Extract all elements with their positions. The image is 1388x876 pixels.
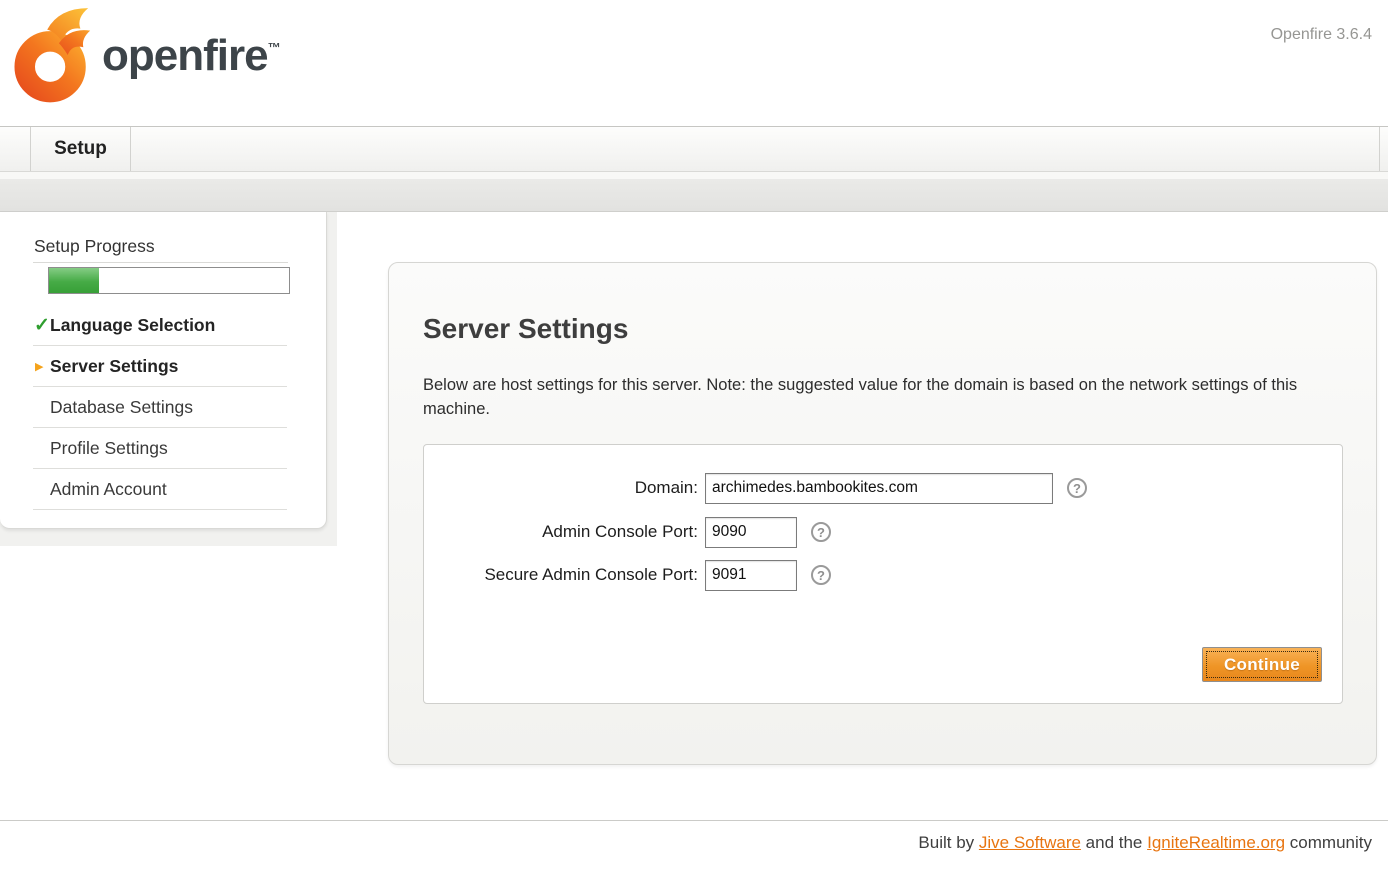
openfire-setup-page: openfire™ Openfire 3.6.4 Setup Setup Pro…	[0, 0, 1388, 876]
igniterealtime-link[interactable]: IgniteRealtime.org	[1147, 833, 1285, 852]
step-admin-account: Admin Account	[0, 469, 326, 510]
step-profile-settings: Profile Settings	[0, 428, 326, 469]
domain-label: Domain:	[424, 478, 705, 498]
admin-console-port-row: Admin Console Port: ?	[424, 515, 831, 549]
tabbar-end-separator	[1379, 127, 1380, 171]
step-label: Language Selection	[50, 315, 215, 336]
jive-software-link[interactable]: Jive Software	[979, 833, 1081, 852]
admin-console-port-input[interactable]	[705, 517, 797, 548]
footer-text: and the	[1081, 833, 1147, 852]
tab-bar: Setup	[0, 127, 1388, 172]
trademark: ™	[268, 40, 281, 55]
domain-help-icon[interactable]: ?	[1067, 478, 1087, 498]
setup-steps-list: ✓ Language Selection ▶ Server Settings D…	[0, 305, 326, 510]
server-settings-form: Domain: ? Admin Console Port: ? Secure A…	[423, 444, 1343, 704]
page-description: Below are host settings for this server.…	[423, 373, 1303, 421]
secure-admin-console-port-help-icon[interactable]: ?	[811, 565, 831, 585]
domain-row: Domain: ?	[424, 471, 1087, 505]
footer-credits: Built by Jive Software and the IgniteRea…	[918, 833, 1372, 853]
step-label: Profile Settings	[50, 438, 168, 459]
footer-text: community	[1285, 833, 1372, 852]
check-icon: ✓	[34, 314, 50, 337]
footer-divider	[0, 820, 1388, 821]
page-title: Server Settings	[423, 313, 628, 345]
setup-progress-fill	[49, 268, 99, 293]
setup-progress-bar	[48, 267, 290, 294]
admin-console-port-help-icon[interactable]: ?	[811, 522, 831, 542]
domain-input[interactable]	[705, 473, 1053, 504]
brand-wordmark: openfire™	[102, 34, 281, 78]
continue-button[interactable]: Continue	[1202, 647, 1322, 682]
secure-admin-console-port-label: Secure Admin Console Port:	[424, 565, 705, 585]
divider	[33, 509, 287, 510]
step-server-settings: ▶ Server Settings	[0, 346, 326, 387]
openfire-logo-icon	[14, 6, 96, 104]
server-settings-panel: Server Settings Below are host settings …	[388, 262, 1377, 765]
secure-admin-console-port-input[interactable]	[705, 560, 797, 591]
footer-text: Built by	[918, 833, 978, 852]
setup-progress-panel: Setup Progress ✓ Language Selection ▶ Se…	[0, 212, 327, 529]
current-step-arrow-icon: ▶	[35, 360, 43, 373]
step-label: Server Settings	[50, 356, 178, 377]
tab-setup[interactable]: Setup	[30, 127, 131, 171]
subnav-bar	[0, 179, 1388, 212]
tabstrip-gap	[0, 172, 1388, 179]
step-language-selection: ✓ Language Selection	[0, 305, 326, 346]
version-label: Openfire 3.6.4	[1271, 26, 1372, 44]
step-label: Admin Account	[50, 479, 167, 500]
admin-console-port-label: Admin Console Port:	[424, 522, 705, 542]
header: openfire™ Openfire 3.6.4	[0, 0, 1388, 127]
step-database-settings: Database Settings	[0, 387, 326, 428]
divider	[33, 262, 288, 263]
step-label: Database Settings	[50, 397, 193, 418]
secure-admin-console-port-row: Secure Admin Console Port: ?	[424, 558, 831, 592]
setup-progress-title: Setup Progress	[34, 236, 155, 257]
